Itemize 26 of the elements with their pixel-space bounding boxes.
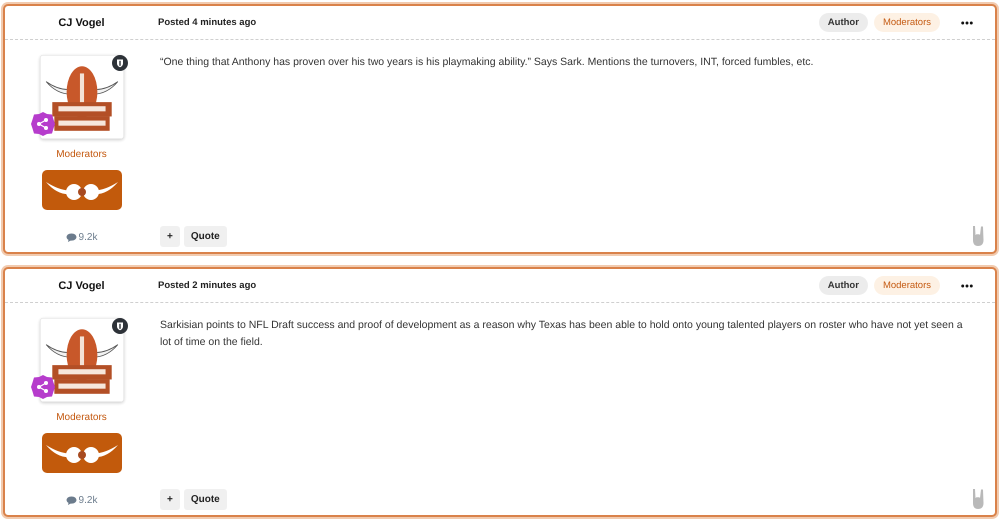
comment-icon <box>66 233 77 242</box>
role-badge: Author <box>818 13 868 32</box>
role-badge: Moderators <box>874 276 940 295</box>
shield-icon <box>112 318 128 334</box>
add-button[interactable]: + <box>160 226 180 246</box>
quote-button[interactable]: Quote <box>184 226 227 246</box>
author-name[interactable]: CJ Vogel <box>58 16 105 28</box>
comment-icon <box>66 496 77 505</box>
post-date: Posted 2 minutes ago <box>158 280 256 291</box>
user-group: Moderators <box>56 412 107 423</box>
role-badge: Moderators <box>874 13 940 32</box>
rank-icon <box>30 111 56 137</box>
add-button[interactable]: + <box>160 488 180 510</box>
user-group: Moderators <box>56 149 107 160</box>
more-icon[interactable] <box>961 284 973 288</box>
author-name[interactable]: CJ Vogel <box>58 280 105 292</box>
post-text: Sarkisian points to NFL Draft success and proof of development as a reason why Texas has been able to hold onto young talented players on roster who have not yet seen a lot of time on the field. <box>160 318 964 350</box>
more-icon[interactable] <box>961 20 973 24</box>
post-count: 9.2k <box>78 495 98 506</box>
rank-icon <box>30 374 56 400</box>
role-badge: Author <box>818 276 868 295</box>
post-date: Posted 4 minutes ago <box>158 17 256 28</box>
shield-icon <box>112 55 128 71</box>
post-text: “One thing that Anthony has proven over his two years is his playmaking ability.” Says Sark. Mentions the turnovers, INT, forced fumbles, etc. <box>160 55 814 70</box>
quote-button[interactable]: Quote <box>184 488 227 510</box>
post-count: 9.2k <box>78 232 98 243</box>
